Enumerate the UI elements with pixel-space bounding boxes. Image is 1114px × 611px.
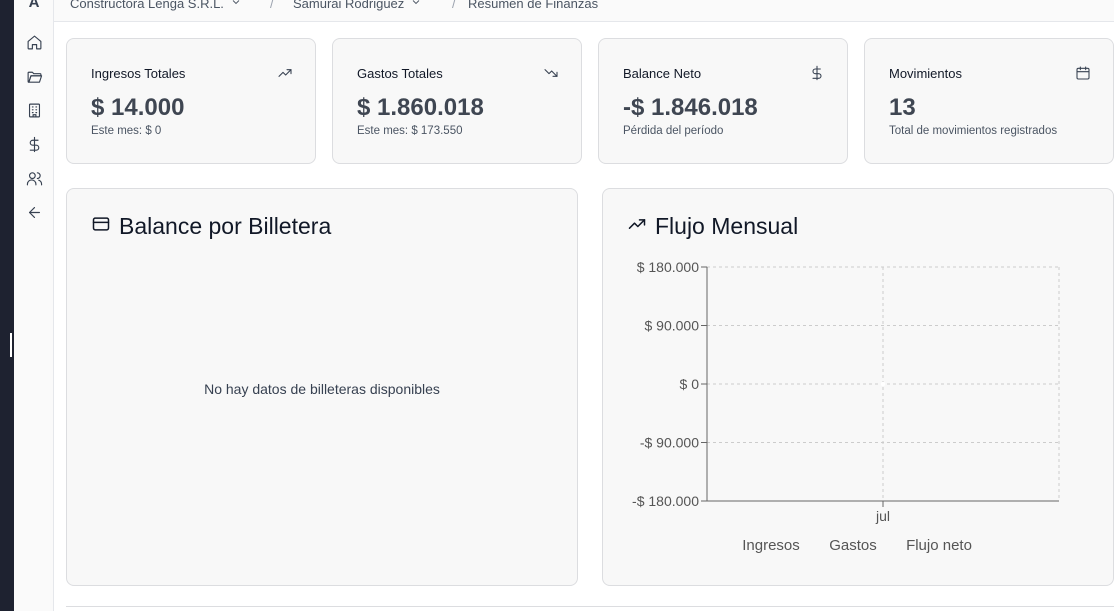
y-tick-label: $ 0 — [680, 376, 700, 392]
folder-icon[interactable] — [24, 66, 44, 86]
stat-label: Balance Neto — [623, 66, 702, 81]
stat-value: $ 14.000 — [91, 94, 185, 121]
stat-value: -$ 1.846.018 — [623, 94, 758, 121]
breadcrumb-page-label: Resumen de Finanzas — [468, 0, 599, 11]
stat-card-gastos: Gastos Totales $ 1.860.018 Este mes: $ 1… — [332, 38, 582, 164]
panel-title: Balance por Billetera — [91, 213, 331, 240]
stat-subtext: Total de movimientos registrados — [889, 125, 1058, 137]
legend-item: Ingresos — [742, 537, 800, 554]
y-tick-label: -$ 180.000 — [632, 493, 699, 509]
breadcrumb-separator: / — [452, 0, 456, 11]
breadcrumb-person[interactable]: Samurai Rodriguez — [293, 0, 422, 11]
breadcrumb-person-label: Samurai Rodriguez — [293, 0, 405, 11]
dollar-icon — [809, 65, 825, 81]
trending-up-icon — [627, 213, 647, 240]
flow-panel-title: Flujo Mensual — [655, 213, 799, 239]
credit-card-icon — [91, 213, 111, 240]
window-edge — [0, 0, 14, 611]
stat-value: $ 1.860.018 — [357, 94, 484, 121]
breadcrumb-company-label: Constructora Lenga S.R.L. — [70, 0, 224, 11]
building-icon[interactable] — [24, 100, 44, 120]
breadcrumb-current-page: Resumen de Finanzas — [468, 0, 598, 11]
dollar-icon[interactable] — [24, 134, 44, 154]
users-icon[interactable] — [24, 168, 44, 188]
stat-label: Movimientos — [889, 66, 962, 81]
monthly-flow-panel: Flujo Mensual $ 180.000 $ 90.000 $ 0 -$ 90.… — [602, 188, 1114, 586]
chevron-down-icon — [410, 0, 422, 11]
data-point — [881, 382, 885, 386]
stat-subtext: Pérdida del período — [623, 125, 724, 137]
legend-item: Flujo neto — [906, 537, 972, 554]
arrow-left-icon[interactable] — [24, 202, 44, 222]
trending-up-icon — [277, 65, 293, 81]
wallet-balance-panel: Balance por Billetera No hay datos de bi… — [66, 188, 578, 586]
trending-down-icon — [543, 65, 559, 81]
breadcrumb-company[interactable]: Constructora Lenga S.R.L. — [70, 0, 242, 11]
stat-card-ingresos: Ingresos Totales $ 14.000 Este mes: $ 0 — [66, 38, 316, 164]
empty-state-message: No hay datos de billeteras disponibles — [204, 381, 440, 397]
y-tick-label: -$ 90.000 — [640, 435, 699, 451]
breadcrumb: Constructora Lenga S.R.L. / Samurai Rodr… — [54, 0, 1114, 22]
next-section-edge — [66, 606, 1114, 611]
stat-card-balance: Balance Neto -$ 1.846.018 Pérdida del pe… — [598, 38, 848, 164]
monthly-flow-chart: $ 180.000 $ 90.000 $ 0 -$ 90.000 -$ 180.000 j… — [632, 259, 1060, 554]
y-tick-label: $ 90.000 — [645, 318, 700, 334]
text-cursor — [10, 333, 12, 357]
stat-value: 13 — [889, 94, 916, 121]
breadcrumb-separator: / — [270, 0, 274, 11]
stat-subtext: Este mes: $ 173.550 — [357, 125, 463, 137]
panel-title: Flujo Mensual — [627, 213, 798, 240]
app-logo[interactable]: A — [14, 0, 54, 11]
stat-subtext: Este mes: $ 0 — [91, 125, 162, 137]
stat-label: Ingresos Totales — [91, 66, 186, 81]
x-tick-label: jul — [875, 508, 890, 524]
stat-label: Gastos Totales — [357, 66, 443, 81]
stat-card-movimientos: Movimientos 13 Total de movimientos regi… — [864, 38, 1114, 164]
calendar-icon — [1075, 65, 1091, 81]
home-icon[interactable] — [24, 32, 44, 52]
legend-item: Gastos — [829, 537, 877, 554]
sidebar: A — [14, 0, 54, 611]
chevron-down-icon — [230, 0, 242, 11]
wallet-panel-title: Balance por Billetera — [119, 213, 332, 239]
y-tick-label: $ 180.000 — [637, 259, 699, 275]
